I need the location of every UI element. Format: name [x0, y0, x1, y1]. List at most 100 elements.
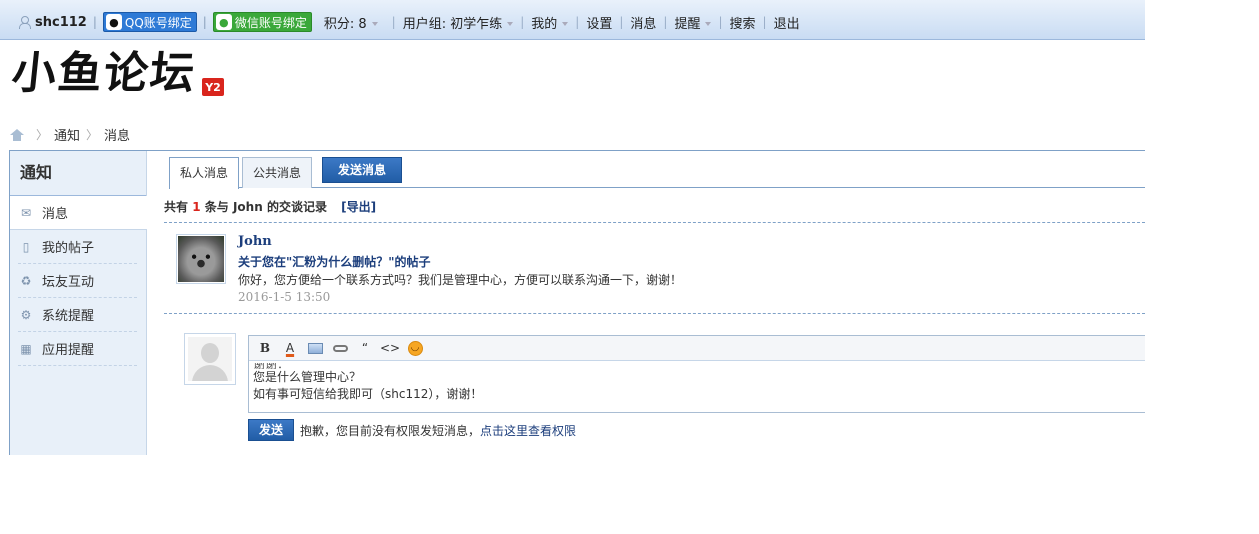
recycle-icon: ♻: [20, 273, 32, 288]
nav-reminders[interactable]: 提醒: [674, 13, 712, 32]
chevron-down-icon: [371, 22, 378, 26]
breadcrumb: 〉 通知 〉 消息: [10, 125, 130, 144]
chevron-down-icon: [507, 22, 514, 26]
divider: |: [202, 15, 207, 29]
summary-count: 1: [192, 200, 201, 214]
font-color-icon[interactable]: A: [279, 339, 301, 357]
username[interactable]: shc112: [35, 15, 87, 30]
sidebar: 通知 ✉ 消息 ▯ 我的帖子 ♻ 坛友互动 ⚙ 系统提醒 ▦ 应用提醒: [9, 151, 147, 455]
nav-settings[interactable]: 设置: [586, 13, 612, 32]
summary-suffix: 的交谈记录: [266, 200, 327, 214]
sidebar-title: 通知: [10, 151, 146, 196]
sidebar-item-my-posts[interactable]: ▯ 我的帖子: [18, 230, 137, 264]
reply-textarea[interactable]: 谢谢：您是什么管理中心？ 如有事可短信给我即可（shc112），谢谢！: [249, 361, 1145, 411]
sidebar-item-messages[interactable]: ✉ 消息: [10, 196, 147, 230]
qq-penguin-icon: ●: [105, 14, 122, 30]
smiley-icon[interactable]: ◡: [404, 339, 426, 357]
home-icon[interactable]: [10, 128, 24, 141]
sidebar-item-label: 坛友互动: [42, 275, 95, 290]
tab-private-messages[interactable]: 私人消息: [169, 157, 240, 189]
chevron-down-icon: [562, 22, 569, 26]
nav-my-label: 我的: [531, 16, 558, 32]
nav-my[interactable]: 我的: [531, 13, 569, 32]
logo-badge: Y2: [202, 78, 224, 96]
top-bar-row: shc112 | ● QQ账号绑定 | ● 微信账号绑定 积分: 8 | 用户组…: [0, 9, 800, 35]
permission-link[interactable]: 点击这里查看权限: [480, 424, 576, 438]
qq-bind-button[interactable]: ● QQ账号绑定: [102, 12, 197, 32]
divider: [164, 222, 1145, 223]
summary-user: John: [232, 200, 263, 214]
document-icon: ▯: [22, 239, 30, 254]
main-frame: 通知 ✉ 消息 ▯ 我的帖子 ♻ 坛友互动 ⚙ 系统提醒 ▦ 应用提醒 私人消息…: [9, 150, 1145, 455]
usergroup-menu[interactable]: 用户组: 初学乍练: [403, 13, 514, 32]
divider: |: [575, 15, 580, 29]
tab-public-messages[interactable]: 公共消息: [242, 157, 313, 188]
message-subject[interactable]: 关于您在"汇粉为什么删帖？"的帖子: [238, 253, 431, 270]
user-icon: [18, 15, 31, 29]
default-avatar-icon: [188, 337, 232, 381]
sidebar-item-interactions[interactable]: ♻ 坛友互动: [18, 264, 137, 298]
sidebar-item-label: 消息: [42, 207, 69, 222]
avatar: [184, 333, 236, 385]
wechat-bind-button[interactable]: ● 微信账号绑定: [212, 12, 312, 32]
message-author[interactable]: John: [238, 234, 272, 249]
breadcrumb-notifications[interactable]: 通知: [54, 125, 80, 144]
user-menu[interactable]: shc112: [18, 15, 87, 30]
divider: [164, 313, 1145, 314]
divider: |: [718, 15, 723, 29]
permission-text: 抱歉，您目前没有权限发短消息，: [300, 424, 481, 438]
divider: |: [520, 15, 525, 29]
points-menu[interactable]: 积分: 8: [324, 13, 378, 32]
gear-icon: ⚙: [20, 307, 32, 322]
conversation-summary: 共有 1 条与 John 的交谈记录 [导出]: [164, 198, 376, 215]
editor-toolbar: B A “ <> ◡: [249, 336, 1145, 361]
editor-line: 如有事可短信给我即可（shc112），谢谢！: [253, 387, 483, 401]
sidebar-item-label: 应用提醒: [42, 343, 95, 358]
export-link[interactable]: [导出]: [341, 200, 376, 214]
permission-note: 抱歉，您目前没有权限发短消息，点击这里查看权限: [300, 422, 576, 439]
image-icon[interactable]: [304, 339, 326, 357]
breadcrumb-separator: 〉: [86, 128, 99, 142]
message-time: 2016-1-5 13:50: [238, 290, 331, 304]
divider: |: [92, 15, 97, 29]
site-logo[interactable]: 小鱼论坛 Y2: [9, 48, 224, 100]
wechat-bind-label: 微信账号绑定: [234, 15, 307, 30]
breadcrumb-messages[interactable]: 消息: [104, 125, 130, 144]
bold-icon[interactable]: B: [254, 339, 276, 357]
nav-reminders-label: 提醒: [674, 16, 701, 32]
sidebar-item-app-reminders[interactable]: ▦ 应用提醒: [18, 332, 137, 366]
nav-messages[interactable]: 消息: [630, 13, 656, 32]
send-message-button[interactable]: 发送消息: [322, 157, 402, 183]
chevron-down-icon: [705, 22, 712, 26]
points-label: 积分: 8: [323, 16, 367, 32]
link-icon[interactable]: [329, 339, 351, 357]
send-button[interactable]: 发送: [248, 419, 294, 441]
sidebar-item-label: 我的帖子: [42, 241, 95, 256]
editor-line: 您是什么管理中心？: [253, 370, 362, 384]
code-icon[interactable]: <>: [379, 339, 401, 357]
grid-icon: ▦: [20, 341, 32, 356]
nav-logout[interactable]: 退出: [774, 13, 800, 32]
editor-line: 谢谢：: [253, 363, 1141, 369]
divider: |: [391, 15, 396, 29]
reply-editor: B A “ <> ◡ 谢谢：您是什么管理中心？ 如有事可短信给我即可（shc11…: [248, 335, 1145, 413]
top-bar: shc112 | ● QQ账号绑定 | ● 微信账号绑定 积分: 8 | 用户组…: [0, 0, 1145, 40]
usergroup-label: 用户组: 初学乍练: [402, 16, 503, 32]
koala-avatar-image: [178, 236, 224, 282]
envelope-icon: ✉: [20, 205, 32, 220]
sidebar-item-label: 系统提醒: [42, 309, 95, 324]
quote-icon[interactable]: “: [354, 339, 376, 357]
divider: |: [762, 15, 767, 29]
message-tabs: 私人消息 公共消息 发送消息: [169, 156, 1145, 189]
message-body: 你好，您方便给一个联系方式吗？我们是管理中心，方便可以联系沟通一下，谢谢！: [238, 273, 683, 287]
nav-search[interactable]: 搜索: [730, 13, 756, 32]
summary-mid: 条与: [204, 200, 229, 214]
avatar[interactable]: [176, 234, 226, 284]
wechat-icon: ●: [215, 14, 232, 30]
summary-prefix: 共有: [164, 200, 189, 214]
logo-text: 小鱼论坛: [9, 48, 199, 99]
breadcrumb-separator: 〉: [36, 128, 49, 142]
divider: |: [663, 15, 668, 29]
sidebar-item-system-reminders[interactable]: ⚙ 系统提醒: [18, 298, 137, 332]
qq-bind-label: QQ账号绑定: [124, 15, 192, 30]
